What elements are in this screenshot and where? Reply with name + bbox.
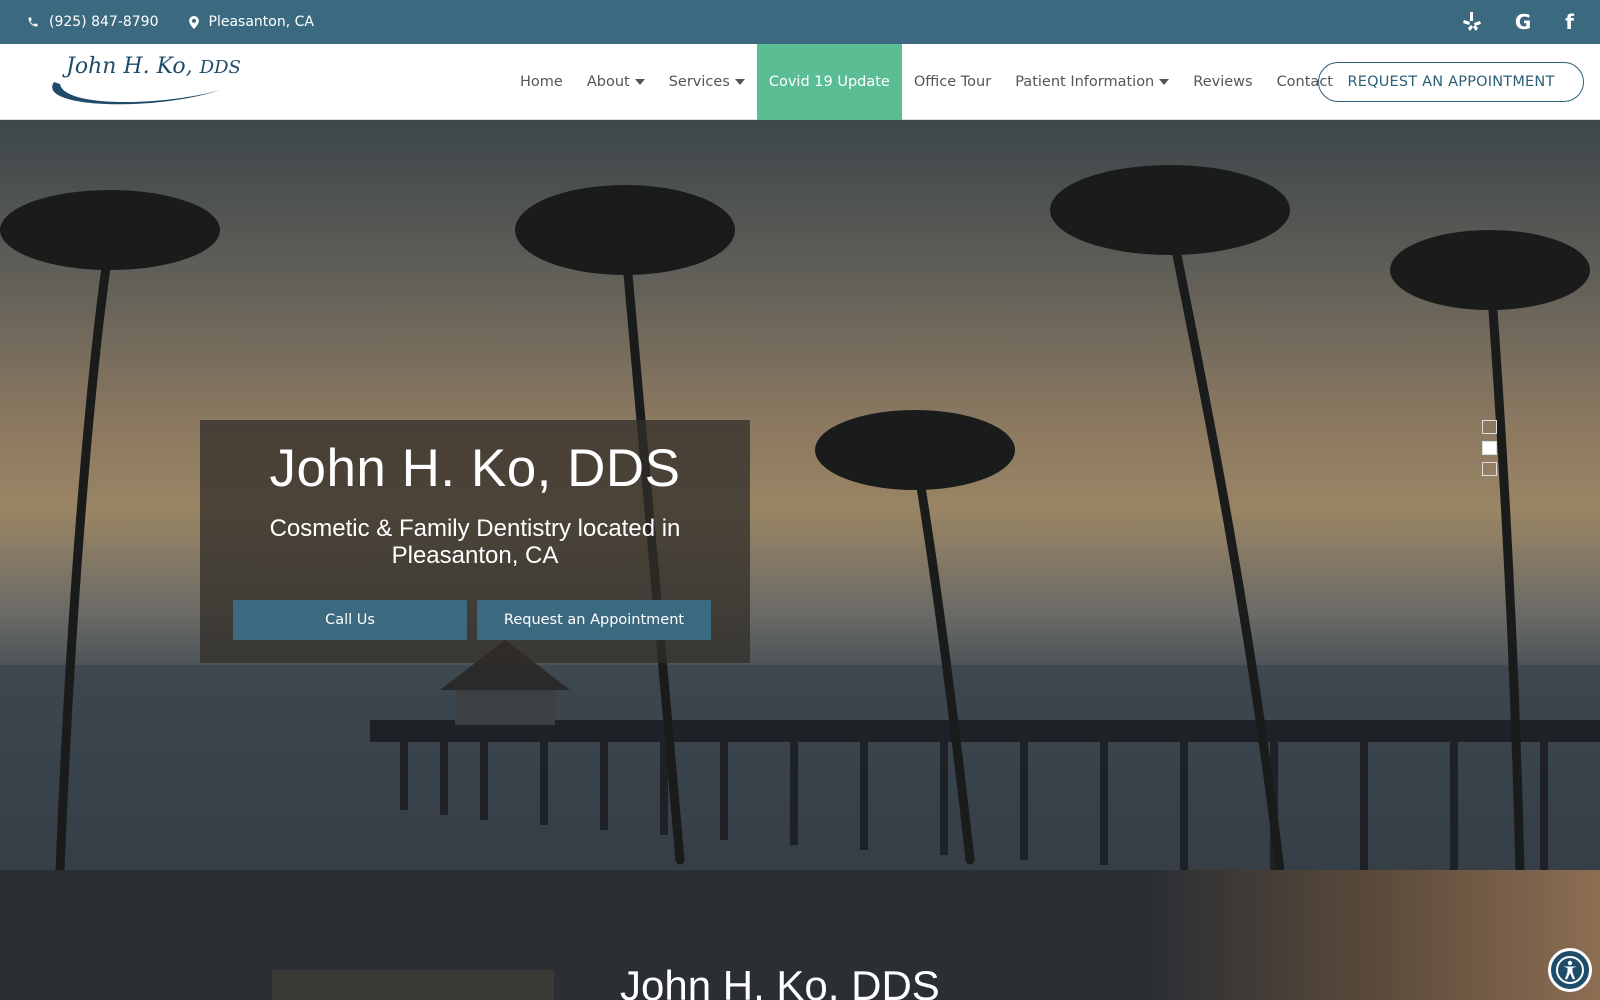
logo[interactable]: John H. Ko, DDS <box>44 54 241 110</box>
slide-dot-1[interactable] <box>1482 420 1497 434</box>
accessibility-button[interactable] <box>1548 948 1592 992</box>
google-icon[interactable]: G <box>1515 0 1531 44</box>
slider-pagination <box>1482 420 1497 476</box>
phone-icon <box>28 17 38 27</box>
nav-about[interactable]: About <box>575 44 657 120</box>
nav-covid-label: Covid 19 Update <box>768 74 890 90</box>
hero-slider: John H. Ko, DDS Cosmetic & Family Dentis… <box>0 120 1600 870</box>
nav-services-label: Services <box>668 74 730 90</box>
contact-info: (925) 847-8790 Pleasanton, CA <box>27 14 344 30</box>
about-section: John H. Ko, DDS <box>0 870 1600 1000</box>
nav-patient-information[interactable]: Patient Information <box>1003 44 1181 120</box>
map-pin-icon <box>188 15 199 29</box>
nav-covid-update[interactable]: Covid 19 Update <box>756 44 902 120</box>
request-appointment-button[interactable]: REQUEST AN APPOINTMENT <box>1318 62 1584 102</box>
hero-title: John H. Ko, DDS <box>269 439 681 498</box>
hero-request-appointment-button[interactable]: Request an Appointment <box>477 600 711 640</box>
about-heading: John H. Ko, DDS <box>620 962 940 1000</box>
nav-patient-info-label: Patient Information <box>1015 74 1155 90</box>
top-bar: (925) 847-8790 Pleasanton, CA G f <box>0 0 1600 44</box>
phone-link[interactable]: (925) 847-8790 <box>27 14 159 30</box>
caret-down-icon <box>1159 79 1170 85</box>
hero-caption: John H. Ko, DDS Cosmetic & Family Dentis… <box>200 420 750 663</box>
nav-about-label: About <box>586 74 630 90</box>
hero-buttons: Call Us Request an Appointment <box>233 600 711 640</box>
hero-subtitle-line2: Pleasanton, CA <box>391 542 559 569</box>
yelp-icon[interactable] <box>1462 12 1481 32</box>
social-links: G f <box>1462 0 1574 44</box>
nav-office-tour-label: Office Tour <box>913 74 992 90</box>
main-nav: Home About Services Covid 19 Update Offi… <box>508 44 1345 120</box>
nav-reviews[interactable]: Reviews <box>1181 44 1264 120</box>
nav-office-tour[interactable]: Office Tour <box>902 44 1003 120</box>
phone-number: (925) 847-8790 <box>49 14 159 30</box>
logo-swoosh-icon <box>52 82 220 105</box>
location-link[interactable]: Pleasanton, CA <box>188 14 314 30</box>
facebook-icon[interactable]: f <box>1565 0 1574 44</box>
call-us-button[interactable]: Call Us <box>233 600 467 640</box>
location-text: Pleasanton, CA <box>208 14 314 30</box>
hero-subtitle-line1: Cosmetic & Family Dentistry located in <box>269 515 681 542</box>
slide-dot-2[interactable] <box>1482 441 1497 455</box>
nav-services[interactable]: Services <box>657 44 757 120</box>
accessibility-icon <box>1556 956 1584 984</box>
nav-home[interactable]: Home <box>508 44 575 120</box>
caret-down-icon <box>734 79 745 85</box>
doctor-photo <box>272 970 554 1000</box>
nav-home-label: Home <box>520 74 563 90</box>
site-header: John H. Ko, DDS Home About Services Covi… <box>0 44 1600 120</box>
nav-reviews-label: Reviews <box>1193 74 1253 90</box>
caret-down-icon <box>634 79 645 85</box>
slide-dot-3[interactable] <box>1482 462 1497 476</box>
hero-subtitle: Cosmetic & Family Dentistry located in P… <box>200 515 750 569</box>
